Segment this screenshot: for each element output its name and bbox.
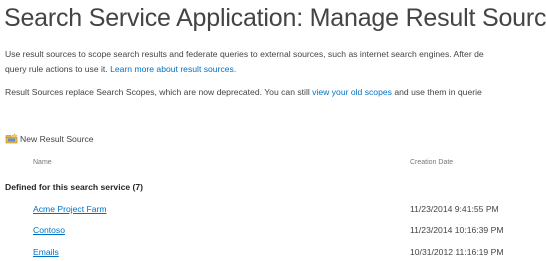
- creation-date: 11/23/2014 10:16:39 PM: [410, 225, 504, 235]
- view-old-scopes-link[interactable]: view your old scopes: [312, 87, 392, 97]
- result-source-link[interactable]: Acme Project Farm: [33, 204, 107, 214]
- intro-text: Use result sources to scope search resul…: [5, 47, 484, 77]
- new-item-icon: [5, 132, 18, 144]
- intro-line-2: query rule actions to use it.: [5, 64, 111, 74]
- deprecation-text: Result Sources replace Search Scopes, wh…: [5, 85, 482, 100]
- deprecation-text-after: and use them in querie: [391, 87, 482, 97]
- table-row: Acme Project Farm 11/23/2014 9:41:55 PM: [0, 204, 546, 218]
- new-result-source-label: New Result Source: [20, 133, 94, 144]
- column-header-name[interactable]: Name: [33, 159, 52, 166]
- result-source-link[interactable]: Contoso: [33, 225, 65, 235]
- page-title: Search Service Application: Manage Resul…: [4, 4, 546, 32]
- learn-more-link[interactable]: Learn more about result sources.: [110, 64, 236, 74]
- deprecation-text-before: Result Sources replace Search Scopes, wh…: [5, 87, 313, 97]
- creation-date: 10/31/2012 11:16:19 PM: [410, 247, 504, 257]
- table-row: Contoso 11/23/2014 10:16:39 PM: [0, 225, 546, 239]
- creation-date: 11/23/2014 9:41:55 PM: [410, 204, 499, 214]
- group-header[interactable]: Defined for this search service (7): [5, 182, 143, 192]
- table-row: Emails 10/31/2012 11:16:19 PM: [0, 247, 546, 261]
- new-result-source-button[interactable]: New Result Source: [5, 132, 94, 145]
- column-header-creation-date[interactable]: Creation Date: [410, 159, 453, 166]
- result-source-link[interactable]: Emails: [33, 247, 59, 257]
- intro-line-1: Use result sources to scope search resul…: [5, 49, 484, 59]
